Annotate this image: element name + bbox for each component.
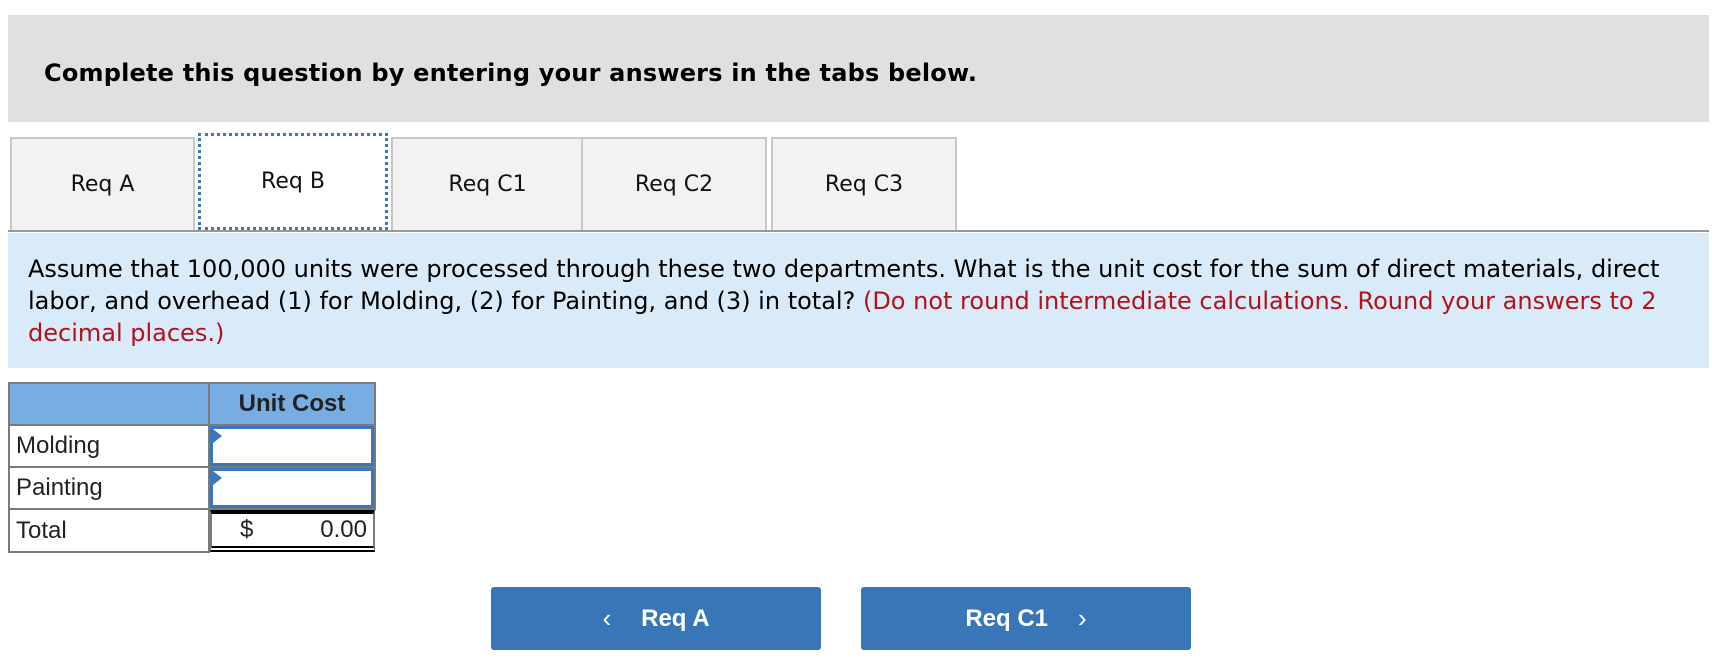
tab-req-c1[interactable]: Req C1 [391,137,584,230]
tab-req-a[interactable]: Req A [10,137,195,230]
instructions-header: Complete this question by entering your … [8,15,1709,122]
total-value: 0.00 [320,516,367,543]
column-header-unit-cost: Unit Cost [208,382,376,426]
tab-bar: Req A Req B Req C1 Req C2 Req C3 [8,133,1709,232]
prev-req-a-button[interactable]: ‹ Req A [491,587,821,650]
input-marker-icon [213,471,222,485]
molding-unit-cost-input[interactable] [210,426,374,466]
row-label-painting: Painting [8,466,210,510]
table-row: Total $ 0.00 [8,508,375,553]
row-label-total: Total [8,508,210,553]
total-cell: $ 0.00 [210,510,375,552]
next-req-c1-button[interactable]: Req C1 › [861,587,1191,650]
molding-cell [208,424,376,468]
total-currency: $ [240,516,254,543]
table-row: Molding [8,424,376,468]
prev-button-label: Req A [641,604,710,632]
chevron-right-icon: › [1078,603,1087,633]
unit-cost-table: Unit Cost Molding Painting Total $ 0.00 [8,382,376,553]
header-title: Complete this question by entering your … [44,59,978,87]
chevron-left-icon: ‹ [602,603,612,633]
question-panel: Assume that 100,000 units were processed… [8,233,1709,368]
table-row: Painting [8,466,376,510]
row-label-molding: Molding [8,424,210,468]
painting-cell [208,466,376,510]
tab-req-b[interactable]: Req B [198,133,388,230]
input-marker-icon [213,429,222,443]
tab-req-c3[interactable]: Req C3 [771,137,957,230]
painting-unit-cost-input[interactable] [210,468,374,508]
tab-req-c2[interactable]: Req C2 [581,137,767,230]
next-button-label: Req C1 [965,604,1048,632]
table-header-row: Unit Cost [8,382,376,426]
header-blank-cell [8,382,210,426]
